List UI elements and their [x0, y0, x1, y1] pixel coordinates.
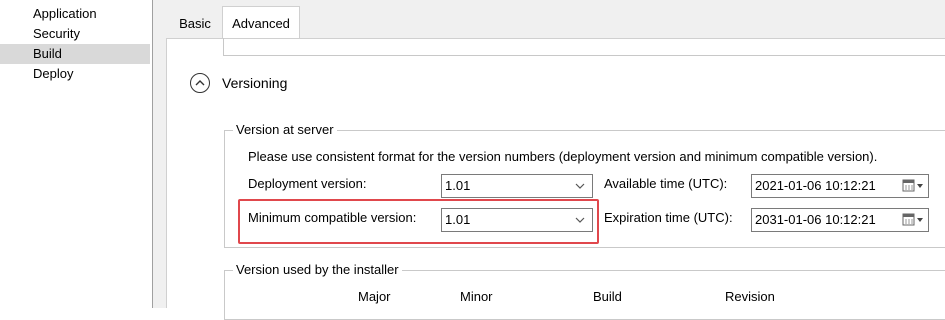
expiration-time-label: Expiration time (UTC):: [604, 210, 733, 225]
column-header-revision: Revision: [725, 289, 775, 304]
calendar-dropdown-icon: [902, 179, 923, 192]
highlight-box: [238, 199, 599, 244]
chevron-up-icon: [195, 80, 205, 86]
sidebar-item-label: Build: [33, 46, 62, 61]
sidebar-item-label: Security: [33, 26, 80, 41]
available-time-picker[interactable]: 2021-01-06 10:12:21: [751, 174, 929, 198]
sidebar-nav: Application Security Build Deploy: [0, 0, 153, 308]
deployment-version-combo[interactable]: 1.01: [441, 174, 593, 198]
available-time-label: Available time (UTC):: [604, 176, 728, 191]
sidebar-item-label: Deploy: [33, 66, 74, 81]
version-format-note: Please use consistent format for the ver…: [248, 149, 878, 164]
group-legend: Version used by the installer: [233, 262, 402, 278]
sidebar-item-application[interactable]: Application: [0, 4, 150, 24]
tab-advanced[interactable]: Advanced: [222, 6, 300, 39]
expiration-time-picker[interactable]: 2031-01-06 10:12:21: [751, 208, 929, 232]
group-legend: Version at server: [233, 122, 337, 138]
deployment-version-label: Deployment version:: [248, 176, 367, 191]
section-title: Versioning: [222, 75, 288, 91]
sidebar-item-deploy[interactable]: Deploy: [0, 64, 150, 84]
previous-section-box: [223, 38, 945, 56]
column-header-build: Build: [593, 289, 622, 304]
tab-label: Basic: [179, 16, 211, 31]
calendar-dropdown-icon: [902, 213, 923, 226]
tab-basic[interactable]: Basic: [170, 12, 220, 38]
date-value: 2021-01-06 10:12:21: [755, 178, 876, 193]
date-value: 2031-01-06 10:12:21: [755, 212, 876, 227]
column-header-major: Major: [358, 289, 391, 304]
sidebar-item-build[interactable]: Build: [0, 44, 150, 64]
sidebar-item-security[interactable]: Security: [0, 24, 150, 44]
column-header-minor: Minor: [460, 289, 493, 304]
tab-label: Advanced: [232, 16, 290, 31]
combo-value: 1.01: [445, 178, 471, 193]
collapse-section-button[interactable]: [190, 73, 210, 93]
sidebar-item-label: Application: [33, 6, 97, 21]
chevron-down-icon: [575, 183, 585, 189]
